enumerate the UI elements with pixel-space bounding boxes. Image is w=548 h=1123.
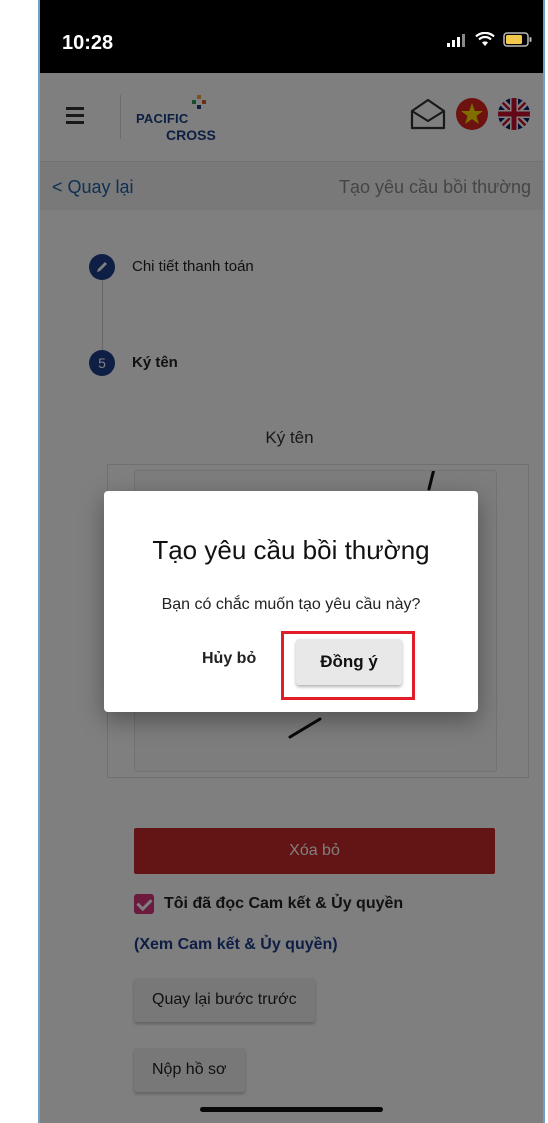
battery-icon — [503, 32, 532, 47]
dialog-message: Bạn có chắc muốn tạo yêu cầu này? — [161, 596, 421, 613]
status-bar: 10:28 — [40, 0, 543, 73]
dialog-title: Tạo yêu cầu bồi thường — [152, 535, 430, 565]
status-icons — [447, 32, 533, 47]
phone-screen: 10:28 P — [38, 0, 545, 1123]
signal-icon — [447, 33, 465, 47]
cancel-button[interactable]: Hủy bỏ — [202, 639, 256, 679]
status-time: 10:28 — [62, 32, 114, 54]
wifi-icon — [475, 32, 495, 46]
highlight-box — [281, 631, 415, 700]
